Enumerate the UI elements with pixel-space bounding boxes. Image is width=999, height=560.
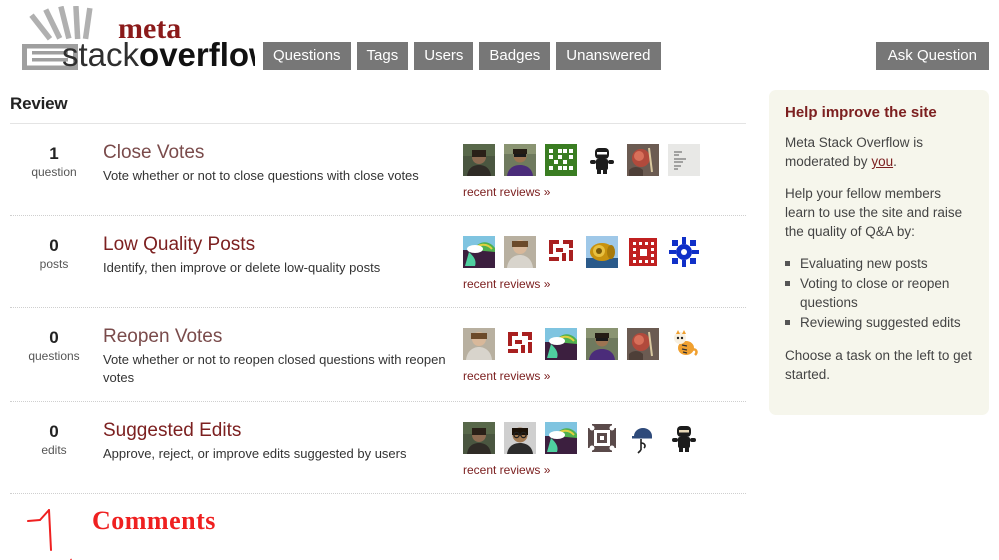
sidebar-paragraph-choose: Choose a task on the left to get started… [785, 348, 972, 382]
avatar-identicon-blue-burst[interactable] [668, 236, 700, 268]
nav-badges[interactable]: Badges [479, 42, 551, 70]
review-count: 1 question [10, 142, 98, 180]
review-body: Reopen Votes Vote whether or not to reop… [98, 326, 463, 387]
hand-drawn-arrow-icon [27, 509, 52, 551]
logo-stack-word: stackoverflow [62, 36, 255, 72]
table-row[interactable]: 0 edits Suggested Edits Approve, reject,… [10, 402, 746, 494]
avatar-strip [463, 328, 713, 360]
avatar-photo-man-sunglasses[interactable] [586, 328, 618, 360]
logo-overflow-word: overflow [139, 36, 255, 72]
avatar-ninja-black[interactable] [586, 144, 618, 176]
recent-reviews-link[interactable]: recent reviews » [463, 185, 550, 199]
main-column: Review 1 question Close Votes Vote wheth… [10, 82, 746, 560]
avatar-photo-teen[interactable] [504, 236, 536, 268]
sidebar-paragraph-moderated: Meta Stack Overflow is moderated by you. [785, 133, 973, 171]
content-area: Review 1 question Close Votes Vote wheth… [0, 82, 999, 560]
review-avatars: recent reviews » [463, 420, 713, 479]
review-count-number: 0 [49, 422, 59, 441]
review-description: Identify, then improve or delete low-qua… [103, 260, 381, 275]
review-count-unit: question [31, 165, 77, 179]
nav-users[interactable]: Users [414, 42, 474, 70]
review-count: 0 posts [10, 234, 98, 272]
review-count: 0 edits [10, 420, 98, 458]
review-avatars: recent reviews » [463, 142, 713, 201]
stack-overflow-book-icon: meta stackoverflow [22, 5, 275, 73]
sidebar-bullet-list: Evaluating new posts Voting to close or … [785, 254, 973, 332]
ask-question-button[interactable]: Ask Question [875, 42, 989, 70]
review-avatars: recent reviews » [463, 234, 713, 293]
avatar-ninja-black[interactable] [668, 422, 700, 454]
avatar-identicon-red-blocks[interactable] [504, 328, 536, 360]
avatar-photo-man-outdoors[interactable] [463, 144, 495, 176]
avatar-identicon-red-blocks[interactable] [545, 236, 577, 268]
sidebar-paragraph-help: Help your fellow members learn to use th… [785, 186, 963, 239]
avatar-cartoon-tiger[interactable] [668, 328, 700, 360]
sidebar-text-after-link: . [893, 154, 897, 169]
avatar-identicon-green[interactable] [545, 144, 577, 176]
review-page: meta stackoverflow Questions Tags Users … [0, 0, 999, 560]
comments-heading: Comments [92, 506, 216, 535]
avatar-art-red-figure[interactable] [627, 328, 659, 360]
avatar-strip [463, 236, 713, 268]
avatar-strip [463, 144, 713, 176]
primary-navigation: Questions Tags Users Badges Unanswered [263, 42, 661, 70]
review-count-unit: questions [28, 349, 80, 363]
annotation-label: comment [22, 554, 73, 560]
nav-questions[interactable]: Questions [263, 42, 351, 70]
avatar-photo-man-sunglasses[interactable] [504, 144, 536, 176]
review-description: Vote whether or not to close questions w… [103, 168, 419, 183]
site-logo[interactable]: meta stackoverflow [10, 5, 275, 73]
sidebar-you-link[interactable]: you [871, 154, 893, 169]
sidebar-title: Help improve the site [785, 104, 937, 121]
review-count-unit: edits [41, 443, 67, 457]
review-body: Close Votes Vote whether or not to close… [98, 142, 463, 185]
avatar-rainbow-cloud[interactable] [463, 236, 495, 268]
list-item: Reviewing suggested edits [785, 313, 973, 332]
site-header: meta stackoverflow Questions Tags Users … [0, 0, 999, 82]
avatar-rainbow-cloud[interactable] [545, 422, 577, 454]
avatar-identicon-dark-grid[interactable] [586, 422, 618, 454]
review-body: Low Quality Posts Identify, then improve… [98, 234, 463, 277]
review-count-number: 0 [49, 236, 59, 255]
recent-reviews-link[interactable]: recent reviews » [463, 369, 550, 383]
review-count-number: 0 [49, 328, 59, 347]
list-item: Evaluating new posts [785, 254, 973, 273]
review-task-reopen-votes[interactable]: Reopen Votes [103, 326, 222, 348]
table-row[interactable]: 0 posts Low Quality Posts Identify, then… [10, 216, 746, 308]
nav-unanswered[interactable]: Unanswered [556, 42, 661, 70]
avatar-handwritten-note[interactable] [668, 144, 700, 176]
table-row[interactable]: 1 question Close Votes Vote whether or n… [10, 124, 746, 216]
avatar-photo-man-glasses[interactable] [504, 422, 536, 454]
review-avatars: recent reviews » [463, 326, 713, 385]
avatar-rainbow-cloud[interactable] [545, 328, 577, 360]
help-sidebar: Help improve the site Meta Stack Overflo… [769, 90, 989, 415]
avatar-photo-man-outdoors[interactable] [463, 422, 495, 454]
review-task-low-quality-posts[interactable]: Low Quality Posts [103, 234, 255, 256]
avatar-blue-hat-figure[interactable] [627, 422, 659, 454]
avatar-art-red-figure[interactable] [627, 144, 659, 176]
review-description: Approve, reject, or improve edits sugges… [103, 446, 407, 461]
review-count: 0 questions [10, 326, 98, 364]
comments-section: comment Comments [10, 494, 746, 560]
nav-tags[interactable]: Tags [356, 42, 409, 70]
page-title: Review [10, 94, 68, 113]
review-task-close-votes[interactable]: Close Votes [103, 142, 204, 164]
sidebar-text-before-link: Meta Stack Overflow is moderated by [785, 135, 924, 169]
review-body: Suggested Edits Approve, reject, or impr… [98, 420, 463, 463]
review-description: Vote whether or not to reopen closed que… [103, 352, 446, 385]
avatar-identicon-red-square[interactable] [627, 236, 659, 268]
review-task-suggested-edits[interactable]: Suggested Edits [103, 420, 241, 442]
table-row[interactable]: 0 questions Reopen Votes Vote whether or… [10, 308, 746, 402]
avatar-photo-teen[interactable] [463, 328, 495, 360]
recent-reviews-link[interactable]: recent reviews » [463, 463, 550, 477]
avatar-gold-object[interactable] [586, 236, 618, 268]
avatar-strip [463, 422, 713, 454]
review-count-number: 1 [49, 144, 59, 163]
review-count-unit: posts [39, 257, 69, 271]
list-item: Voting to close or reopen questions [785, 274, 973, 312]
recent-reviews-link[interactable]: recent reviews » [463, 277, 550, 291]
